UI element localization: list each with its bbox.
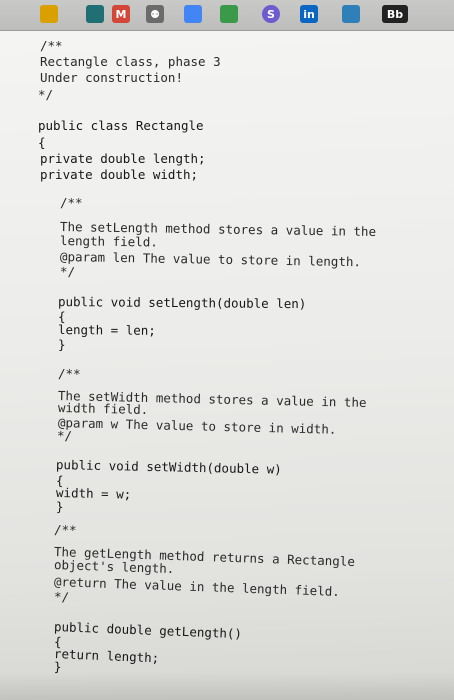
code-line: public void setWidth(double w) xyxy=(55,457,282,477)
app-icon[interactable] xyxy=(342,5,360,23)
code-line: @param len The value to store in length. xyxy=(59,249,362,270)
code-line: public class Rectangle xyxy=(38,118,204,133)
code-line: /** xyxy=(60,195,83,210)
app-icon[interactable]: ⚉ xyxy=(146,5,164,23)
code-line: object's length. xyxy=(53,557,175,577)
app-icon[interactable] xyxy=(220,5,238,23)
code-line: length = len; xyxy=(57,322,156,338)
code-line: */ xyxy=(59,264,76,280)
code-line: @return The value in the length field. xyxy=(53,574,341,599)
dollar-icon[interactable]: S xyxy=(262,5,280,23)
code-line: length field. xyxy=(59,233,158,250)
code-line: return length; xyxy=(53,646,160,666)
docs-icon[interactable] xyxy=(184,5,202,23)
blackboard-icon[interactable]: Bb xyxy=(382,5,408,23)
code-line: } xyxy=(55,499,64,515)
code-line: */ xyxy=(38,87,54,102)
browser-toolbar: M ⚉ S in Bb xyxy=(0,0,454,31)
app-icon[interactable] xyxy=(86,5,104,23)
gmail-icon[interactable]: M xyxy=(112,5,130,23)
code-line: public double getLength() xyxy=(53,619,243,642)
code-line: private double width; xyxy=(40,167,199,182)
code-line: } xyxy=(57,337,66,353)
linkedin-icon[interactable]: in xyxy=(300,5,318,23)
code-line: public void setLength(double len) xyxy=(57,294,307,312)
page-shadow xyxy=(0,672,454,700)
code-line: @param w The value to store in width. xyxy=(57,415,337,437)
code-line: width = w; xyxy=(55,485,132,502)
code-line: { xyxy=(38,135,46,150)
code-line: Under construction! xyxy=(40,70,183,85)
code-line: /** xyxy=(57,366,81,382)
code-line: /** xyxy=(53,522,77,538)
code-line: /** xyxy=(40,38,63,53)
code-line: */ xyxy=(56,428,73,444)
code-line: Rectangle class, phase 3 xyxy=(40,54,221,69)
code-line: */ xyxy=(53,589,70,605)
code-line: private double length; xyxy=(40,151,206,166)
code-page: /** Rectangle class, phase 3 Under constru… xyxy=(0,31,454,700)
tab-icon[interactable] xyxy=(40,5,58,23)
